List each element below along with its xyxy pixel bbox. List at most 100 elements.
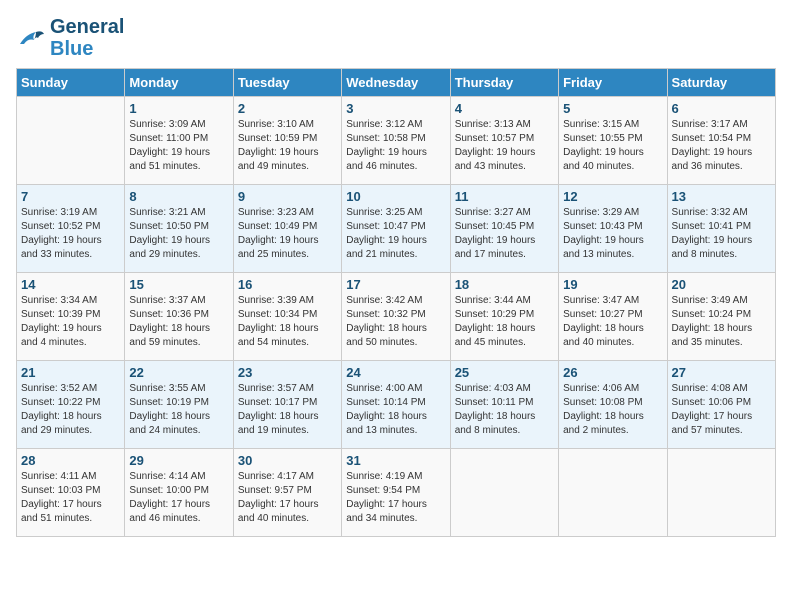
col-header-monday: Monday	[125, 69, 233, 97]
cell-info: Sunrise: 3:32 AMSunset: 10:41 PMDaylight…	[672, 206, 771, 262]
day-number: 10	[346, 189, 445, 204]
logo-icon	[16, 26, 46, 50]
day-number: 6	[672, 101, 771, 116]
calendar-cell: 6 Sunrise: 3:17 AMSunset: 10:54 PMDayligh…	[667, 97, 775, 185]
logo: General Blue	[16, 16, 124, 60]
calendar-cell: 18 Sunrise: 3:44 AMSunset: 10:29 PMDaylig…	[450, 273, 558, 361]
calendar-cell: 24 Sunrise: 4:00 AMSunset: 10:14 PMDaylig…	[342, 361, 450, 449]
calendar-cell: 28 Sunrise: 4:11 AMSunset: 10:03 PMDaylig…	[17, 449, 125, 537]
week-row-2: 7 Sunrise: 3:19 AMSunset: 10:52 PMDayligh…	[17, 185, 776, 273]
col-header-thursday: Thursday	[450, 69, 558, 97]
day-number: 17	[346, 277, 445, 292]
calendar-cell	[667, 449, 775, 537]
calendar-cell: 17 Sunrise: 3:42 AMSunset: 10:32 PMDaylig…	[342, 273, 450, 361]
cell-info: Sunrise: 3:34 AMSunset: 10:39 PMDaylight…	[21, 294, 120, 350]
day-number: 11	[455, 189, 554, 204]
calendar-header-row: SundayMondayTuesdayWednesdayThursdayFrid…	[17, 69, 776, 97]
calendar-cell: 1 Sunrise: 3:09 AMSunset: 11:00 PMDayligh…	[125, 97, 233, 185]
day-number: 19	[563, 277, 662, 292]
week-row-3: 14 Sunrise: 3:34 AMSunset: 10:39 PMDaylig…	[17, 273, 776, 361]
cell-info: Sunrise: 4:19 AMSunset: 9:54 PMDaylight:…	[346, 470, 445, 526]
calendar-cell: 19 Sunrise: 3:47 AMSunset: 10:27 PMDaylig…	[559, 273, 667, 361]
day-number: 8	[129, 189, 228, 204]
calendar-cell: 7 Sunrise: 3:19 AMSunset: 10:52 PMDayligh…	[17, 185, 125, 273]
calendar-cell: 26 Sunrise: 4:06 AMSunset: 10:08 PMDaylig…	[559, 361, 667, 449]
cell-info: Sunrise: 3:37 AMSunset: 10:36 PMDaylight…	[129, 294, 228, 350]
cell-info: Sunrise: 3:27 AMSunset: 10:45 PMDaylight…	[455, 206, 554, 262]
col-header-wednesday: Wednesday	[342, 69, 450, 97]
logo-text-blue: Blue	[50, 38, 124, 60]
calendar-cell: 5 Sunrise: 3:15 AMSunset: 10:55 PMDayligh…	[559, 97, 667, 185]
calendar-cell: 30 Sunrise: 4:17 AMSunset: 9:57 PMDayligh…	[233, 449, 341, 537]
day-number: 23	[238, 365, 337, 380]
calendar-cell: 16Sunrise: 3:39 AMSunset: 10:34 PMDaylig…	[233, 273, 341, 361]
day-number: 7	[21, 189, 120, 204]
day-number: 5	[563, 101, 662, 116]
cell-info: Sunrise: 4:00 AMSunset: 10:14 PMDaylight…	[346, 382, 445, 438]
cell-info: Sunrise: 3:09 AMSunset: 11:00 PMDaylight…	[129, 118, 228, 174]
cell-info: Sunrise: 4:06 AMSunset: 10:08 PMDaylight…	[563, 382, 662, 438]
calendar-cell: 8 Sunrise: 3:21 AMSunset: 10:50 PMDayligh…	[125, 185, 233, 273]
calendar-cell: 2Sunrise: 3:10 AMSunset: 10:59 PMDayligh…	[233, 97, 341, 185]
calendar-cell: 10 Sunrise: 3:25 AMSunset: 10:47 PMDaylig…	[342, 185, 450, 273]
day-number: 15	[129, 277, 228, 292]
cell-info: Sunrise: 3:21 AMSunset: 10:50 PMDaylight…	[129, 206, 228, 262]
calendar-cell	[450, 449, 558, 537]
calendar-cell: 31Sunrise: 4:19 AMSunset: 9:54 PMDayligh…	[342, 449, 450, 537]
calendar-cell: 29 Sunrise: 4:14 AMSunset: 10:00 PMDaylig…	[125, 449, 233, 537]
calendar-cell: 13 Sunrise: 3:32 AMSunset: 10:41 PMDaylig…	[667, 185, 775, 273]
cell-info: Sunrise: 4:11 AMSunset: 10:03 PMDaylight…	[21, 470, 120, 526]
cell-info: Sunrise: 4:14 AMSunset: 10:00 PMDaylight…	[129, 470, 228, 526]
calendar-cell: 14 Sunrise: 3:34 AMSunset: 10:39 PMDaylig…	[17, 273, 125, 361]
cell-info: Sunrise: 3:25 AMSunset: 10:47 PMDaylight…	[346, 206, 445, 262]
calendar-cell: 25Sunrise: 4:03 AMSunset: 10:11 PMDaylig…	[450, 361, 558, 449]
calendar-cell: 22 Sunrise: 3:55 AMSunset: 10:19 PMDaylig…	[125, 361, 233, 449]
day-number: 28	[21, 453, 120, 468]
cell-info: Sunrise: 3:42 AMSunset: 10:32 PMDaylight…	[346, 294, 445, 350]
cell-info: Sunrise: 3:17 AMSunset: 10:54 PMDaylight…	[672, 118, 771, 174]
cell-info: Sunrise: 4:08 AMSunset: 10:06 PMDaylight…	[672, 382, 771, 438]
calendar-cell: 3Sunrise: 3:12 AMSunset: 10:58 PMDayligh…	[342, 97, 450, 185]
calendar-cell: 20Sunrise: 3:49 AMSunset: 10:24 PMDaylig…	[667, 273, 775, 361]
cell-info: Sunrise: 3:15 AMSunset: 10:55 PMDaylight…	[563, 118, 662, 174]
calendar-cell: 21Sunrise: 3:52 AMSunset: 10:22 PMDaylig…	[17, 361, 125, 449]
page-header: General Blue	[16, 16, 776, 60]
col-header-sunday: Sunday	[17, 69, 125, 97]
calendar-cell: 15 Sunrise: 3:37 AMSunset: 10:36 PMDaylig…	[125, 273, 233, 361]
cell-info: Sunrise: 3:47 AMSunset: 10:27 PMDaylight…	[563, 294, 662, 350]
cell-info: Sunrise: 3:23 AMSunset: 10:49 PMDaylight…	[238, 206, 337, 262]
cell-info: Sunrise: 3:52 AMSunset: 10:22 PMDaylight…	[21, 382, 120, 438]
cell-info: Sunrise: 3:19 AMSunset: 10:52 PMDaylight…	[21, 206, 120, 262]
week-row-1: 1 Sunrise: 3:09 AMSunset: 11:00 PMDayligh…	[17, 97, 776, 185]
cell-info: Sunrise: 3:57 AMSunset: 10:17 PMDaylight…	[238, 382, 337, 438]
day-number: 13	[672, 189, 771, 204]
logo-text-general: General	[50, 16, 124, 38]
day-number: 29	[129, 453, 228, 468]
day-number: 24	[346, 365, 445, 380]
day-number: 25	[455, 365, 554, 380]
cell-info: Sunrise: 3:49 AMSunset: 10:24 PMDaylight…	[672, 294, 771, 350]
cell-info: Sunrise: 3:29 AMSunset: 10:43 PMDaylight…	[563, 206, 662, 262]
col-header-tuesday: Tuesday	[233, 69, 341, 97]
day-number: 22	[129, 365, 228, 380]
calendar-cell: 4 Sunrise: 3:13 AMSunset: 10:57 PMDayligh…	[450, 97, 558, 185]
cell-info: Sunrise: 3:55 AMSunset: 10:19 PMDaylight…	[129, 382, 228, 438]
day-number: 30	[238, 453, 337, 468]
calendar-table: SundayMondayTuesdayWednesdayThursdayFrid…	[16, 68, 776, 537]
cell-info: Sunrise: 3:39 AMSunset: 10:34 PMDaylight…	[238, 294, 337, 350]
day-number: 1	[129, 101, 228, 116]
cell-info: Sunrise: 3:44 AMSunset: 10:29 PMDaylight…	[455, 294, 554, 350]
calendar-cell: 9Sunrise: 3:23 AMSunset: 10:49 PMDayligh…	[233, 185, 341, 273]
cell-info: Sunrise: 3:13 AMSunset: 10:57 PMDaylight…	[455, 118, 554, 174]
calendar-cell: 11 Sunrise: 3:27 AMSunset: 10:45 PMDaylig…	[450, 185, 558, 273]
cell-info: Sunrise: 4:17 AMSunset: 9:57 PMDaylight:…	[238, 470, 337, 526]
calendar-cell: 27Sunrise: 4:08 AMSunset: 10:06 PMDaylig…	[667, 361, 775, 449]
col-header-friday: Friday	[559, 69, 667, 97]
day-number: 14	[21, 277, 120, 292]
day-number: 26	[563, 365, 662, 380]
calendar-cell: 23 Sunrise: 3:57 AMSunset: 10:17 PMDaylig…	[233, 361, 341, 449]
day-number: 12	[563, 189, 662, 204]
col-header-saturday: Saturday	[667, 69, 775, 97]
day-number: 4	[455, 101, 554, 116]
day-number: 18	[455, 277, 554, 292]
